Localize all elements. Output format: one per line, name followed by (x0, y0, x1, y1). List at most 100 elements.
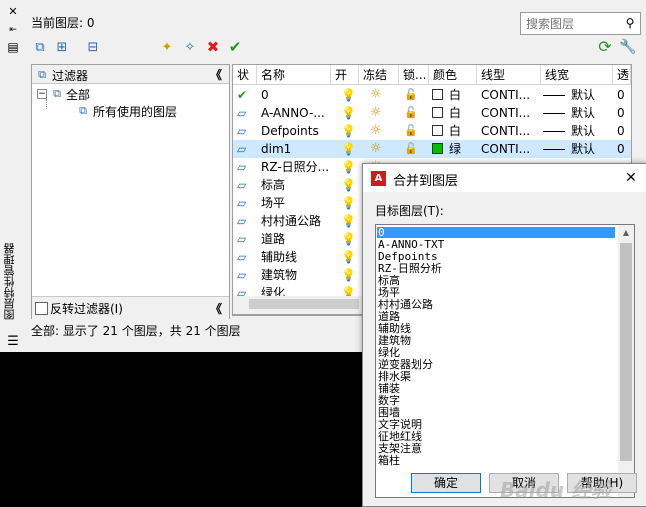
layer-name[interactable]: dim1 (261, 140, 329, 158)
column-header-color[interactable]: 颜色 (429, 65, 477, 85)
layer-status-icon[interactable]: ▱ (237, 176, 255, 194)
layers-icon[interactable]: ☰ (5, 334, 21, 348)
current-layer-check-icon[interactable]: ✔ (237, 86, 255, 104)
list-scrollbar[interactable]: ▲ ▼ (618, 225, 634, 497)
search-box[interactable]: ⚲ (520, 12, 641, 35)
layer-name[interactable]: 辅助线 (261, 248, 329, 266)
color-swatch[interactable] (432, 122, 444, 140)
list-scrollbar-thumb[interactable] (620, 243, 632, 461)
column-header-on[interactable]: 开 (331, 65, 359, 85)
transparency[interactable]: 0 (617, 140, 629, 158)
unlock-icon[interactable]: 🔓 (404, 140, 420, 158)
column-header-transparency[interactable]: 透 (613, 65, 631, 85)
collapse-panel-button[interactable]: 《 (210, 300, 222, 317)
scroll-up-icon[interactable]: ▲ (618, 225, 634, 241)
on-bulb-icon[interactable]: 💡 (341, 158, 355, 176)
linetype[interactable]: CONTI... (481, 86, 539, 104)
lineweight[interactable]: 默认 (571, 140, 607, 158)
unlock-icon[interactable]: 🔓 (404, 104, 420, 122)
tree-collapse-toggle[interactable]: − (37, 89, 47, 99)
layer-name[interactable]: 建筑物 (261, 266, 329, 284)
close-icon[interactable]: ✕ (6, 4, 20, 18)
layer-status-icon[interactable]: ▱ (237, 104, 255, 122)
on-bulb-icon[interactable]: 💡 (341, 194, 355, 212)
table-row[interactable]: ▱ A-ANNO-... 💡 ☼ 🔓 白 CONTI... 默认 0 (233, 104, 631, 122)
color-swatch[interactable] (432, 104, 444, 122)
collapse-filter-button[interactable]: 《 (210, 66, 222, 83)
delete-layer-icon[interactable]: ✖ (204, 38, 222, 56)
new-group-filter-icon[interactable]: ⊞ (53, 38, 71, 56)
target-layer-list[interactable]: 0 A-ANNO-TXT Defpoints RZ-日照分析 标高 场平 村村通公路 道路 辅助… (375, 224, 635, 498)
color-name[interactable]: 白 (449, 104, 473, 122)
column-header-name[interactable]: 名称 (257, 65, 331, 85)
color-name[interactable]: 绿 (449, 140, 473, 158)
tree-item-all-used-layers[interactable]: 所有使用的图层 (93, 103, 177, 120)
color-swatch-box[interactable] (432, 89, 443, 100)
scrollbar-thumb[interactable] (249, 299, 359, 309)
layer-name[interactable]: 道路 (261, 230, 329, 248)
layer-states-icon[interactable]: ⊟ (84, 38, 102, 56)
unlock-icon[interactable]: 🔓 (404, 122, 420, 140)
list-item[interactable]: 箱柱 (378, 455, 400, 467)
layer-status-icon[interactable]: ▱ (237, 212, 255, 230)
column-header-lineweight[interactable]: 线宽 (541, 65, 613, 85)
freeze-sun-icon[interactable]: ☼ (370, 122, 386, 140)
layer-name[interactable]: 标高 (261, 176, 329, 194)
layer-status-icon[interactable]: ▱ (237, 230, 255, 248)
properties-icon[interactable]: ▤ (6, 40, 20, 54)
transparency[interactable]: 0 (617, 104, 629, 122)
lineweight[interactable]: 默认 (571, 86, 607, 104)
color-swatch-box[interactable] (432, 125, 443, 136)
transparency[interactable]: 0 (617, 122, 629, 140)
on-bulb-icon[interactable]: 💡 (341, 122, 355, 140)
horizontal-scrollbar[interactable] (232, 296, 368, 315)
new-layer-icon[interactable]: ✦ (158, 38, 176, 56)
on-bulb-icon[interactable]: 💡 (341, 140, 355, 158)
table-row[interactable]: ▱ dim1 💡 ☼ 🔓 绿 CONTI... 默认 0 (233, 140, 631, 158)
freeze-sun-icon[interactable]: ☼ (370, 86, 386, 104)
linetype[interactable]: CONTI... (481, 140, 539, 158)
column-header-linetype[interactable]: 线型 (477, 65, 541, 85)
column-header-status[interactable]: 状 (233, 65, 257, 85)
on-bulb-icon[interactable]: 💡 (341, 212, 355, 230)
color-name[interactable]: 白 (449, 86, 473, 104)
layer-name[interactable]: RZ-日照分... (261, 158, 329, 176)
invert-filter-checkbox[interactable] (35, 302, 48, 315)
layer-status-icon[interactable]: ▱ (237, 248, 255, 266)
layer-status-icon[interactable]: ▱ (237, 122, 255, 140)
on-bulb-icon[interactable]: 💡 (341, 104, 355, 122)
layer-name[interactable]: 场平 (261, 194, 329, 212)
table-row[interactable]: ▱ Defpoints 💡 ☼ 🔓 白 CONTI... 默认 0 (233, 122, 631, 140)
freeze-sun-icon[interactable]: ☼ (370, 104, 386, 122)
lineweight[interactable]: 默认 (571, 122, 607, 140)
new-layer-vp-frozen-icon[interactable]: ✧ (181, 38, 199, 56)
on-bulb-icon[interactable]: 💡 (341, 266, 355, 284)
search-input[interactable] (524, 15, 624, 32)
layer-name[interactable]: 村村通公路 (261, 212, 329, 230)
search-icon[interactable]: ⚲ (623, 16, 637, 30)
layer-status-icon[interactable]: ▱ (237, 140, 255, 158)
layer-status-icon[interactable]: ▱ (237, 158, 255, 176)
freeze-sun-icon[interactable]: ☼ (370, 140, 386, 158)
column-header-lock[interactable]: 锁... (399, 65, 429, 85)
tree-item-all[interactable]: 全部 (66, 86, 90, 103)
color-name[interactable]: 白 (449, 122, 473, 140)
auto-hide-icon[interactable]: ⇤ (6, 24, 20, 36)
layer-name[interactable]: Defpoints (261, 122, 329, 140)
layer-name[interactable]: A-ANNO-... (261, 104, 329, 122)
layer-name[interactable]: 0 (261, 86, 329, 104)
on-bulb-icon[interactable]: 💡 (341, 86, 355, 104)
ok-button[interactable]: 确定 (411, 473, 481, 493)
on-bulb-icon[interactable]: 💡 (341, 176, 355, 194)
table-row[interactable]: ✔ 0 💡 ☼ 🔓 白 CONTI... 默认 0 (233, 86, 631, 104)
on-bulb-icon[interactable]: 💡 (341, 248, 355, 266)
unlock-icon[interactable]: 🔓 (404, 86, 420, 104)
transparency[interactable]: 0 (617, 86, 629, 104)
new-property-filter-icon[interactable]: ⧉ (31, 38, 49, 56)
color-swatch[interactable] (432, 86, 444, 104)
dialog-close-icon[interactable]: ✕ (623, 170, 639, 186)
color-swatch[interactable] (432, 140, 444, 158)
color-swatch-box[interactable] (432, 143, 443, 154)
linetype[interactable]: CONTI... (481, 104, 539, 122)
lineweight[interactable]: 默认 (571, 104, 607, 122)
